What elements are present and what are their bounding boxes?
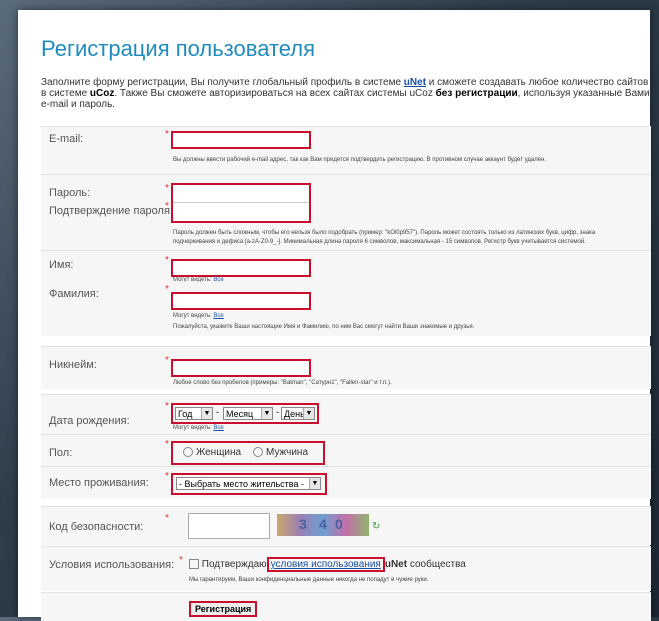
nickname-section: Никнейм: * Любое слово без пробелов (при… — [41, 346, 651, 389]
password-confirm-input[interactable] — [173, 203, 309, 221]
nickname-input[interactable] — [171, 359, 311, 377]
required-star: * — [165, 439, 169, 450]
intro-part3: . Также Вы сможете авторизироваться на в… — [114, 88, 436, 99]
date-separator: - — [276, 407, 279, 417]
intro-text: Заполните форму регистрации, Вы получите… — [41, 77, 651, 110]
chevron-down-icon: ▼ — [201, 408, 212, 419]
surname-section: Фамилия: * Могут видеть: Все Пожалуйста,… — [41, 282, 651, 336]
day-select[interactable]: День ▼ — [281, 407, 315, 420]
residence-section: Место проживания: * - Выбрать место жите… — [41, 466, 651, 499]
captcha-image: 3 4 0 — [277, 514, 369, 536]
surname-input[interactable] — [171, 292, 311, 310]
email-input[interactable] — [171, 131, 311, 149]
month-select[interactable]: Месяц ▼ — [223, 407, 273, 420]
required-star: * — [165, 183, 169, 194]
password-label: Пароль: — [49, 187, 91, 199]
required-star: * — [165, 355, 169, 366]
required-star: * — [165, 201, 169, 212]
captcha-glyph: 0 — [335, 516, 343, 532]
unet-link[interactable]: uNet — [404, 77, 426, 88]
female-radio[interactable] — [183, 447, 193, 458]
terms-checkbox[interactable] — [189, 559, 199, 570]
captcha-section: Код безопасности: * 3 4 0 ↻ — [41, 506, 651, 545]
password-input[interactable] — [173, 185, 309, 203]
birthdate-visibility: Могут видеть: Все — [173, 425, 224, 431]
password-hint-1: Пароль должен быть сложным, чтобы его не… — [173, 230, 596, 236]
required-star: * — [165, 471, 169, 482]
birthdate-section: Дата рождения: * Год ▼ - Месяц ▼ - День ▼ М… — [41, 394, 651, 435]
surname-hint: Пожалуйста, укажите Ваши настоящие Имя и… — [173, 324, 475, 330]
captcha-glyph: 3 — [299, 516, 307, 532]
residence-select[interactable]: - Выбрать место жительства - ▼ — [176, 477, 321, 490]
surname-visibility: Могут видеть: Все — [173, 313, 224, 319]
residence-highlight: - Выбрать место жительства - ▼ — [171, 473, 327, 495]
birthdate-label: Дата рождения: — [49, 415, 130, 427]
chevron-down-icon: ▼ — [303, 408, 314, 419]
nickname-label: Никнейм: — [49, 359, 97, 371]
terms-section: Условия использования: * Подтверждаю усло… — [41, 546, 651, 591]
password-inputs-highlight — [171, 183, 311, 223]
terms-label: Условия использования: — [49, 559, 175, 571]
required-star: * — [165, 284, 169, 295]
ucoz-text: uCoz — [89, 88, 115, 99]
male-option[interactable]: Мужчина — [253, 447, 308, 458]
chevron-down-icon: ▼ — [309, 478, 320, 489]
surname-label: Фамилия: — [49, 288, 99, 300]
email-section: E-mail: * Вы должны ввести рабочий e-mai… — [41, 126, 651, 175]
female-option[interactable]: Женщина — [183, 447, 241, 458]
birthdate-highlight: Год ▼ - Месяц ▼ - День ▼ — [171, 403, 319, 424]
password-hint-2: подчеркивания и дефиса [a-zA-Z0-9_-]. Ми… — [173, 239, 586, 245]
password-confirm-label: Подтверждение пароля: — [49, 205, 173, 217]
captcha-glyph: 4 — [319, 516, 327, 532]
name-section: Имя: * Могут видеть: Все — [41, 250, 651, 283]
terms-hint: Мы гарантируем, Ваши конфиденциальные да… — [189, 577, 429, 583]
required-star: * — [165, 513, 169, 524]
male-radio[interactable] — [253, 447, 263, 458]
terms-line: Подтверждаю условия использования uNet соо… — [189, 557, 466, 572]
year-select[interactable]: Год ▼ — [175, 407, 213, 420]
registration-panel: Регистрация пользователя Заполните форму… — [18, 10, 651, 621]
name-label: Имя: — [49, 259, 74, 271]
name-input[interactable] — [171, 259, 311, 277]
intro-part1: Заполните форму регистрации, Вы получите… — [41, 77, 404, 88]
captcha-input[interactable] — [188, 513, 270, 539]
no-reg-text: без регистрации — [435, 88, 518, 99]
register-button[interactable]: Регистрация — [189, 601, 258, 617]
gender-highlight: Женщина Мужчина — [171, 441, 325, 465]
nickname-hint: Любое слово без пробелов (примеры: "Batm… — [173, 380, 392, 386]
terms-link[interactable]: условия использования — [266, 557, 385, 572]
residence-label: Место проживания: — [49, 477, 149, 489]
page-title: Регистрация пользователя — [41, 36, 316, 61]
refresh-icon[interactable]: ↻ — [372, 521, 380, 532]
email-label: E-mail: — [49, 133, 84, 145]
visibility-link[interactable]: Все — [213, 313, 223, 319]
date-separator: - — [216, 407, 219, 417]
captcha-label: Код безопасности: — [49, 521, 144, 533]
email-hint: Вы должны ввести рабочий e-mail адрес, т… — [173, 157, 547, 163]
chevron-down-icon: ▼ — [261, 408, 272, 419]
gender-label: Пол: — [49, 447, 73, 459]
required-star: * — [165, 401, 169, 412]
visibility-link[interactable]: Все — [213, 425, 223, 431]
required-star: * — [165, 129, 169, 140]
password-section: Пароль: Подтверждение пароля: * * Пароль… — [41, 174, 651, 251]
required-star: * — [179, 555, 183, 566]
required-star: * — [165, 255, 169, 266]
gender-section: Пол: * Женщина Мужчина — [41, 434, 651, 467]
